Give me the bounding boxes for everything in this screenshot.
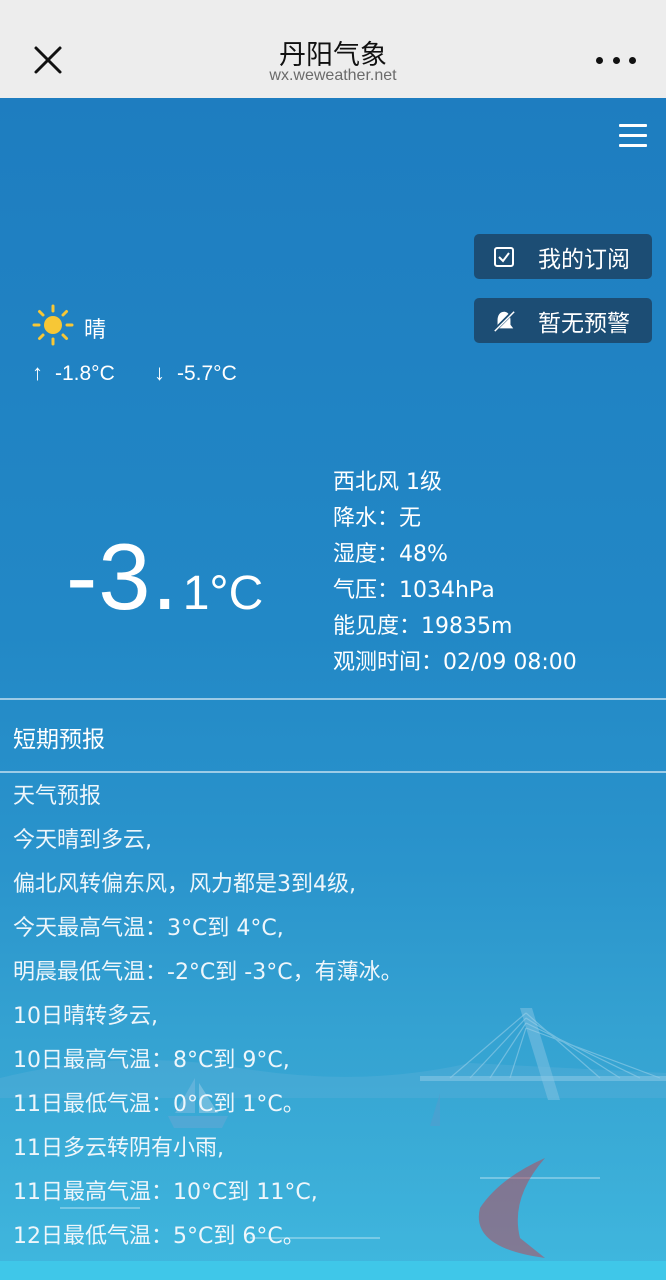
menu-line <box>619 124 647 127</box>
warning-button[interactable]: 暂无预警 <box>474 298 652 343</box>
arrow-down-icon: ↓ <box>154 360 165 385</box>
weather-condition: 晴 <box>84 318 107 343</box>
menu-line <box>619 134 647 137</box>
forecast-line: 今天最高气温：3°C到 4°C, <box>13 916 284 941</box>
forecast-line: 明晨最低气温：-2°C到 -3°C，有薄冰。 <box>13 960 403 985</box>
warning-label: 暂无预警 <box>538 310 630 337</box>
more-dot <box>629 56 636 64</box>
subscribe-button[interactable]: 我的订阅 <box>474 234 652 279</box>
divider <box>0 698 666 700</box>
high-temp: ↑ -1.8°C <box>32 360 115 386</box>
more-dot <box>596 56 603 64</box>
divider <box>0 771 666 773</box>
section-title-short-forecast[interactable]: 短期预报 <box>13 720 105 754</box>
subscribe-label: 我的订阅 <box>538 246 630 273</box>
more-dot <box>612 56 620 64</box>
precipitation-info: 降水：无 <box>333 506 422 531</box>
bookmark-check-icon <box>492 245 516 269</box>
weather-main: 我的订阅 暂无预警 晴 ↑ -1.8°C ↓ -5.7°C -3.1°C 西北风… <box>0 98 666 1280</box>
forecast-line: 11日多云转阴有小雨, <box>13 1136 224 1161</box>
temp-decimal: 1°C <box>182 567 264 620</box>
pressure-info: 气压：1034hPa <box>333 578 495 603</box>
forecast-text: 天气预报 今天晴到多云, 偏北风转偏东风，风力都是3到4级, 今天最高气温：3°… <box>13 775 403 1259</box>
menu-icon[interactable] <box>619 124 649 148</box>
forecast-line: 今天晴到多云, <box>13 828 152 853</box>
weather-details: 西北风 1级 降水：无 湿度：48% 气压：1034hPa 能见度：19835m… <box>333 465 577 681</box>
bell-off-icon <box>492 309 516 333</box>
navigation-bar: 丹阳气象 wx.weweather.net <box>0 0 666 98</box>
temp-integer: -3. <box>66 524 179 629</box>
forecast-line: 12日最低气温：5°C到 6°C。 <box>13 1224 305 1249</box>
menu-line <box>619 144 647 147</box>
arrow-up-icon: ↑ <box>32 360 43 385</box>
humidity-info: 湿度：48% <box>333 542 448 567</box>
sun-icon <box>32 304 74 346</box>
current-temperature: -3.1°C <box>66 523 263 631</box>
low-temp: ↓ -5.7°C <box>154 360 237 386</box>
low-temp-value: -5.7°C <box>177 362 237 385</box>
forecast-line: 10日最高气温：8°C到 9°C, <box>13 1048 290 1073</box>
forecast-line: 偏北风转偏东风，风力都是3到4级, <box>13 872 356 897</box>
forecast-line: 天气预报 <box>13 784 102 809</box>
forecast-line: 11日最高气温：10°C到 11°C, <box>13 1180 318 1205</box>
visibility-info: 能见度：19835m <box>333 614 513 639</box>
more-icon[interactable] <box>596 48 636 72</box>
bottom-bar <box>0 1261 666 1280</box>
wind-info: 西北风 1级 <box>333 470 442 495</box>
high-temp-value: -1.8°C <box>55 362 115 385</box>
observation-time: 观测时间：02/09 08:00 <box>333 650 577 675</box>
page-url: wx.weweather.net <box>269 67 397 84</box>
forecast-line: 11日最低气温：0°C到 1°C。 <box>13 1092 305 1117</box>
forecast-line: 10日晴转多云, <box>13 1004 158 1029</box>
